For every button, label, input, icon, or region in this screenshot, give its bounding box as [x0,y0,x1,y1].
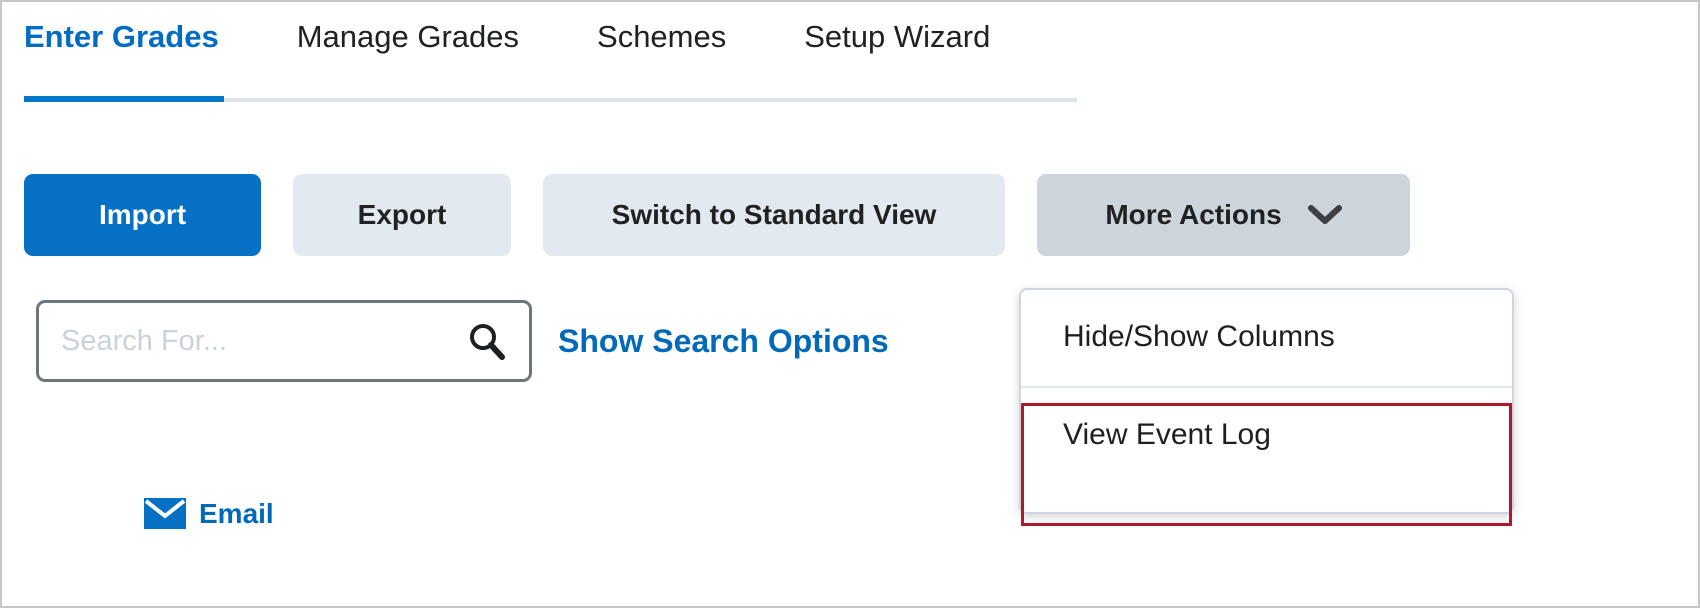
search-box [36,300,532,382]
more-actions-label: More Actions [1105,199,1282,230]
more-actions-button[interactable]: More Actions [1037,174,1410,256]
search-input[interactable] [39,303,529,379]
import-button[interactable]: Import [24,174,261,256]
export-button[interactable]: Export [293,174,511,256]
tab-enter-grades[interactable]: Enter Grades [24,18,219,55]
search-icon[interactable] [467,321,507,361]
chevron-down-icon [1307,205,1342,225]
search-row: Show Search Options [36,300,889,382]
tab-list: Enter Grades Manage Grades Schemes Setup… [24,18,990,55]
more-actions-dropdown: Hide/Show Columns View Event Log [1019,288,1514,514]
toolbar: Import Export Switch to Standard View Mo… [24,174,1410,256]
tab-active-indicator [24,96,224,102]
email-label: Email [199,497,274,529]
tab-schemes[interactable]: Schemes [597,18,726,55]
envelope-icon [144,498,186,529]
menu-item-view-event-log[interactable]: View Event Log [1021,386,1512,512]
switch-to-standard-view-button[interactable]: Switch to Standard View [543,174,1005,256]
tab-bar: Enter Grades Manage Grades Schemes Setup… [2,2,1698,106]
grades-page: Enter Grades Manage Grades Schemes Setup… [0,0,1700,608]
tab-manage-grades[interactable]: Manage Grades [297,18,519,55]
menu-item-hide-show-columns[interactable]: Hide/Show Columns [1021,290,1512,386]
tab-setup-wizard[interactable]: Setup Wizard [804,18,990,55]
email-button[interactable]: Email [144,498,274,529]
show-search-options-link[interactable]: Show Search Options [558,323,889,360]
